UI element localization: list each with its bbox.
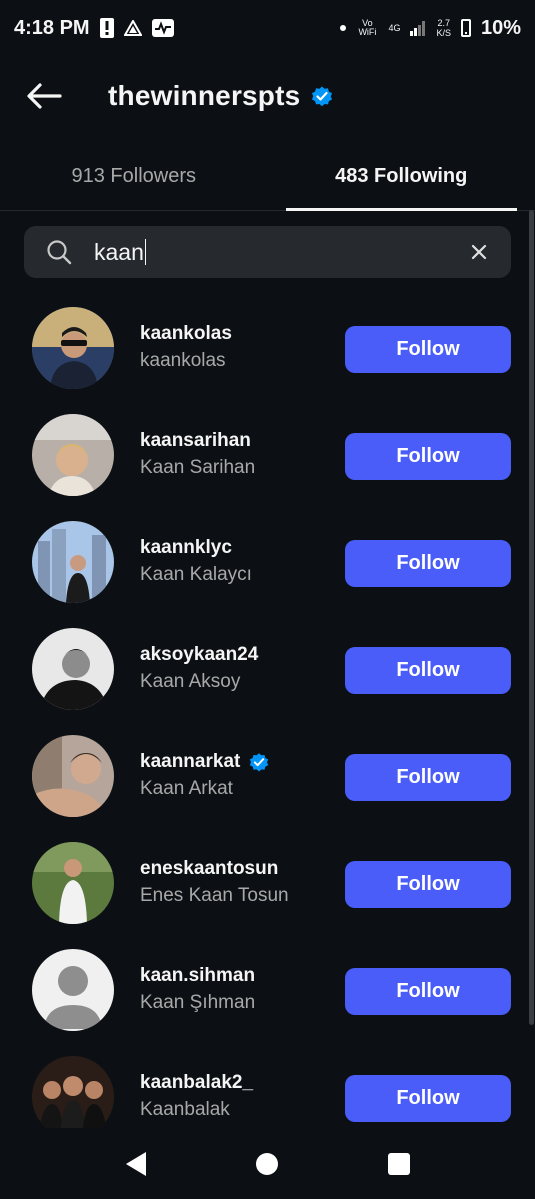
close-icon bbox=[471, 244, 487, 260]
nav-recents-button[interactable] bbox=[369, 1134, 429, 1194]
username: aksoykaan24 bbox=[140, 644, 258, 666]
status-left: 4:18 PM bbox=[14, 17, 174, 40]
list-item[interactable]: kaan.sihman Kaan Şıhman Follow bbox=[0, 932, 535, 1039]
list-item[interactable]: kaansarihan Kaan Sarihan Follow bbox=[0, 397, 535, 504]
status-right: Vo WiFi 4G 2.7 K/S 10% bbox=[340, 17, 521, 40]
triangle-back-icon bbox=[125, 1151, 146, 1176]
follow-button[interactable]: Follow bbox=[345, 754, 511, 801]
search-icon bbox=[46, 239, 72, 265]
list-item[interactable]: kaannarkat Kaan Arkat Follow bbox=[0, 718, 535, 825]
avatar[interactable] bbox=[32, 414, 114, 496]
follow-button[interactable]: Follow bbox=[345, 968, 511, 1015]
username: kaankolas bbox=[140, 323, 232, 345]
network-speed: 2.7 K/S bbox=[436, 18, 451, 38]
username: eneskaantosun bbox=[140, 858, 278, 880]
search-input[interactable]: kaan bbox=[94, 239, 471, 266]
username-text: kaanbalak2_ bbox=[140, 1072, 254, 1093]
tab-following[interactable]: 483 Following bbox=[268, 142, 535, 211]
username-text: aksoykaan24 bbox=[140, 644, 259, 665]
username-text: kaankolas bbox=[140, 323, 232, 344]
status-bar: 4:18 PM Vo WiFi 4G 2.7 K/S 10% bbox=[0, 0, 535, 56]
username: kaansarihan bbox=[140, 430, 251, 452]
avatar[interactable] bbox=[32, 1056, 114, 1128]
user-list: kaankolas kaankolas Follow kaansarihan K… bbox=[0, 290, 535, 1128]
back-button[interactable] bbox=[14, 66, 74, 126]
follow-button[interactable]: Follow bbox=[345, 433, 511, 480]
full-name: Kaan Sarihan bbox=[140, 457, 256, 478]
tab-bar: 913 Followers 483 Following bbox=[0, 142, 535, 211]
list-item[interactable]: kaanbalak2_ Kaanbalak Follow bbox=[0, 1039, 535, 1128]
full-name: Kaan Aksoy bbox=[140, 671, 241, 692]
username: kaanbalak2_ bbox=[140, 1072, 253, 1094]
verified-badge-icon bbox=[312, 86, 333, 107]
system-nav-bar bbox=[0, 1128, 535, 1199]
full-name: kaankolas bbox=[140, 350, 226, 371]
username-text: kaannklyc bbox=[140, 537, 232, 558]
follow-button[interactable]: Follow bbox=[345, 861, 511, 908]
tab-followers[interactable]: 913 Followers bbox=[0, 142, 268, 210]
signal-app-icon bbox=[123, 20, 142, 36]
avatar[interactable] bbox=[32, 521, 114, 603]
avatar[interactable] bbox=[32, 307, 114, 389]
square-recents-icon bbox=[388, 1152, 411, 1175]
avatar[interactable] bbox=[32, 735, 114, 817]
full-name: Kaanbalak bbox=[140, 1099, 230, 1120]
username: kaannarkat bbox=[140, 751, 270, 773]
username-text: kaansarihan bbox=[140, 430, 251, 451]
follow-button[interactable]: Follow bbox=[345, 326, 511, 373]
header: thewinnerspts bbox=[0, 64, 535, 128]
profile-username: thewinnerspts bbox=[108, 80, 301, 111]
full-name: Kaan Arkat bbox=[140, 778, 233, 799]
search-value: kaan bbox=[94, 238, 144, 265]
volte-label: Vo WiFi bbox=[358, 18, 377, 37]
battery-icon bbox=[460, 19, 471, 37]
list-item[interactable]: kaannklyc Kaan Kalaycı Follow bbox=[0, 504, 535, 611]
full-name: Enes Kaan Tosun bbox=[140, 885, 289, 906]
username: kaan.sihman bbox=[140, 965, 255, 987]
search-bar[interactable]: kaan bbox=[24, 226, 511, 278]
follow-button[interactable]: Follow bbox=[345, 540, 511, 587]
nav-back-button[interactable] bbox=[106, 1134, 166, 1194]
follow-button[interactable]: Follow bbox=[345, 1075, 511, 1122]
notification-dot-icon bbox=[340, 25, 347, 31]
battery-percent: 10% bbox=[480, 16, 521, 39]
status-time: 4:18 PM bbox=[14, 16, 90, 39]
list-item[interactable]: eneskaantosun Enes Kaan Tosun Follow bbox=[0, 825, 535, 932]
activity-icon bbox=[151, 19, 174, 37]
username: kaannklyc bbox=[140, 537, 232, 559]
avatar[interactable] bbox=[32, 628, 114, 710]
verified-badge-icon bbox=[250, 753, 269, 772]
full-name: Kaan Kalaycı bbox=[140, 564, 252, 585]
speed-value: 2.7 bbox=[437, 18, 450, 28]
list-item[interactable]: kaankolas kaankolas Follow bbox=[0, 290, 535, 397]
avatar[interactable] bbox=[32, 842, 114, 924]
scrollbar[interactable] bbox=[529, 210, 534, 1025]
cell-signal-icon bbox=[410, 20, 426, 36]
alert-icon bbox=[99, 18, 114, 38]
username-text: kaan.sihman bbox=[140, 965, 256, 986]
default-avatar-icon bbox=[32, 949, 114, 1031]
avatar[interactable] bbox=[32, 949, 114, 1031]
full-name: Kaan Şıhman bbox=[140, 992, 256, 1013]
username-text: eneskaantosun bbox=[140, 858, 279, 879]
username-text: kaannarkat bbox=[140, 751, 241, 772]
arrow-left-icon bbox=[27, 83, 62, 109]
network-label: 4G bbox=[388, 22, 401, 33]
follow-button[interactable]: Follow bbox=[345, 647, 511, 694]
page-title: thewinnerspts bbox=[108, 80, 334, 112]
circle-home-icon bbox=[256, 1152, 279, 1175]
speed-unit: K/S bbox=[436, 28, 451, 38]
text-cursor bbox=[144, 239, 147, 265]
list-item[interactable]: aksoykaan24 Kaan Aksoy Follow bbox=[0, 611, 535, 718]
nav-home-button[interactable] bbox=[237, 1134, 297, 1194]
clear-search-button[interactable] bbox=[471, 244, 487, 260]
